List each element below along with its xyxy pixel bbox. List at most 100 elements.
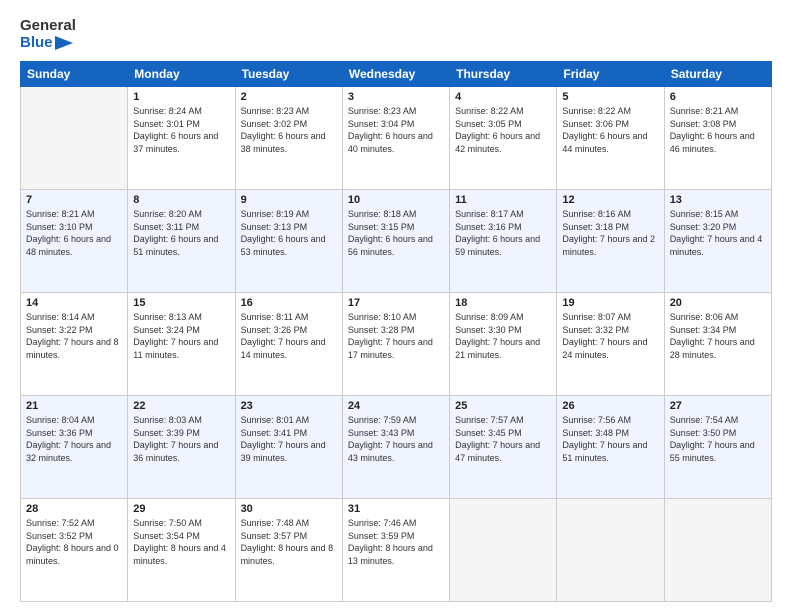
day-info: Sunrise: 8:20 AMSunset: 3:11 PMDaylight:… xyxy=(133,208,229,258)
day-number: 25 xyxy=(455,400,551,412)
weekday-header-tuesday: Tuesday xyxy=(235,62,342,87)
day-info: Sunrise: 8:21 AMSunset: 3:08 PMDaylight:… xyxy=(670,105,766,155)
weekday-header-thursday: Thursday xyxy=(450,62,557,87)
logo-blue: Blue xyxy=(20,35,53,52)
day-number: 18 xyxy=(455,297,551,309)
day-info: Sunrise: 8:07 AMSunset: 3:32 PMDaylight:… xyxy=(562,311,658,361)
day-number: 20 xyxy=(670,297,766,309)
header: General Blue xyxy=(20,18,772,51)
day-number: 31 xyxy=(348,503,444,515)
day-number: 14 xyxy=(26,297,122,309)
day-number: 13 xyxy=(670,194,766,206)
calendar-cell: 19 Sunrise: 8:07 AMSunset: 3:32 PMDayligh… xyxy=(557,293,664,396)
day-info: Sunrise: 8:04 AMSunset: 3:36 PMDaylight:… xyxy=(26,414,122,464)
calendar-cell: 17 Sunrise: 8:10 AMSunset: 3:28 PMDayligh… xyxy=(342,293,449,396)
day-number: 9 xyxy=(241,194,337,206)
day-number: 2 xyxy=(241,91,337,103)
calendar-cell: 18 Sunrise: 8:09 AMSunset: 3:30 PMDayligh… xyxy=(450,293,557,396)
weekday-header-sunday: Sunday xyxy=(21,62,128,87)
calendar-cell: 13 Sunrise: 8:15 AMSunset: 3:20 PMDayligh… xyxy=(664,190,771,293)
day-info: Sunrise: 7:50 AMSunset: 3:54 PMDaylight:… xyxy=(133,517,229,567)
week-row-3: 14Sunrise: 8:14 AMSunset: 3:22 PMDayligh… xyxy=(21,293,772,396)
calendar-cell: 6 Sunrise: 8:21 AMSunset: 3:08 PMDaylight… xyxy=(664,87,771,190)
day-number: 30 xyxy=(241,503,337,515)
calendar-cell: 4 Sunrise: 8:22 AMSunset: 3:05 PMDaylight… xyxy=(450,87,557,190)
day-number: 28 xyxy=(26,503,122,515)
weekday-header-monday: Monday xyxy=(128,62,235,87)
day-info: Sunrise: 8:22 AMSunset: 3:06 PMDaylight:… xyxy=(562,105,658,155)
day-info: Sunrise: 7:48 AMSunset: 3:57 PMDaylight:… xyxy=(241,517,337,567)
day-number: 8 xyxy=(133,194,229,206)
day-number: 24 xyxy=(348,400,444,412)
weekday-header-saturday: Saturday xyxy=(664,62,771,87)
logo: General Blue xyxy=(20,18,76,51)
calendar-cell: 9 Sunrise: 8:19 AMSunset: 3:13 PMDaylight… xyxy=(235,190,342,293)
day-number: 5 xyxy=(562,91,658,103)
day-number: 10 xyxy=(348,194,444,206)
day-number: 3 xyxy=(348,91,444,103)
day-number: 29 xyxy=(133,503,229,515)
day-number: 19 xyxy=(562,297,658,309)
day-number: 4 xyxy=(455,91,551,103)
weekday-header-wednesday: Wednesday xyxy=(342,62,449,87)
calendar-cell: 15 Sunrise: 8:13 AMSunset: 3:24 PMDayligh… xyxy=(128,293,235,396)
calendar-cell: 2Sunrise: 8:23 AMSunset: 3:02 PMDaylight… xyxy=(235,87,342,190)
calendar-cell: 29 Sunrise: 7:50 AMSunset: 3:54 PMDayligh… xyxy=(128,499,235,602)
calendar-cell: 16Sunrise: 8:11 AMSunset: 3:26 PMDayligh… xyxy=(235,293,342,396)
day-info: Sunrise: 7:59 AMSunset: 3:43 PMDaylight:… xyxy=(348,414,444,464)
day-info: Sunrise: 8:18 AMSunset: 3:15 PMDaylight:… xyxy=(348,208,444,258)
calendar-cell: 14Sunrise: 8:14 AMSunset: 3:22 PMDayligh… xyxy=(21,293,128,396)
calendar-cell xyxy=(450,499,557,602)
day-info: Sunrise: 8:11 AMSunset: 3:26 PMDaylight:… xyxy=(241,311,337,361)
day-info: Sunrise: 7:57 AMSunset: 3:45 PMDaylight:… xyxy=(455,414,551,464)
day-info: Sunrise: 8:16 AMSunset: 3:18 PMDaylight:… xyxy=(562,208,658,258)
calendar-cell: 24 Sunrise: 7:59 AMSunset: 3:43 PMDayligh… xyxy=(342,396,449,499)
day-info: Sunrise: 8:17 AMSunset: 3:16 PMDaylight:… xyxy=(455,208,551,258)
calendar-cell: 7Sunrise: 8:21 AMSunset: 3:10 PMDaylight… xyxy=(21,190,128,293)
day-number: 17 xyxy=(348,297,444,309)
week-row-1: 1 Sunrise: 8:24 AMSunset: 3:01 PMDaylight… xyxy=(21,87,772,190)
day-number: 6 xyxy=(670,91,766,103)
calendar-cell: 30 Sunrise: 7:48 AMSunset: 3:57 PMDayligh… xyxy=(235,499,342,602)
day-number: 1 xyxy=(133,91,229,103)
day-info: Sunrise: 7:46 AMSunset: 3:59 PMDaylight:… xyxy=(348,517,444,567)
calendar-cell: 11 Sunrise: 8:17 AMSunset: 3:16 PMDayligh… xyxy=(450,190,557,293)
day-info: Sunrise: 8:15 AMSunset: 3:20 PMDaylight:… xyxy=(670,208,766,258)
calendar-cell: 5 Sunrise: 8:22 AMSunset: 3:06 PMDaylight… xyxy=(557,87,664,190)
weekday-header-friday: Friday xyxy=(557,62,664,87)
week-row-4: 21 Sunrise: 8:04 AMSunset: 3:36 PMDayligh… xyxy=(21,396,772,499)
day-number: 23 xyxy=(241,400,337,412)
calendar-cell: 10 Sunrise: 8:18 AMSunset: 3:15 PMDayligh… xyxy=(342,190,449,293)
calendar-cell xyxy=(557,499,664,602)
calendar-cell: 20Sunrise: 8:06 AMSunset: 3:34 PMDayligh… xyxy=(664,293,771,396)
day-number: 11 xyxy=(455,194,551,206)
calendar-cell: 23Sunrise: 8:01 AMSunset: 3:41 PMDayligh… xyxy=(235,396,342,499)
calendar-cell: 3 Sunrise: 8:23 AMSunset: 3:04 PMDaylight… xyxy=(342,87,449,190)
calendar-table: SundayMondayTuesdayWednesdayThursdayFrid… xyxy=(20,61,772,602)
day-info: Sunrise: 8:09 AMSunset: 3:30 PMDaylight:… xyxy=(455,311,551,361)
day-number: 12 xyxy=(562,194,658,206)
day-info: Sunrise: 7:56 AMSunset: 3:48 PMDaylight:… xyxy=(562,414,658,464)
day-number: 26 xyxy=(562,400,658,412)
calendar-cell: 22Sunrise: 8:03 AMSunset: 3:39 PMDayligh… xyxy=(128,396,235,499)
calendar-cell: 21 Sunrise: 8:04 AMSunset: 3:36 PMDayligh… xyxy=(21,396,128,499)
day-info: Sunrise: 8:21 AMSunset: 3:10 PMDaylight:… xyxy=(26,208,122,258)
day-number: 21 xyxy=(26,400,122,412)
logo-container: General Blue xyxy=(20,18,76,51)
day-info: Sunrise: 7:52 AMSunset: 3:52 PMDaylight:… xyxy=(26,517,122,567)
calendar-cell: 12 Sunrise: 8:16 AMSunset: 3:18 PMDayligh… xyxy=(557,190,664,293)
calendar-cell xyxy=(664,499,771,602)
day-info: Sunrise: 8:19 AMSunset: 3:13 PMDaylight:… xyxy=(241,208,337,258)
day-info: Sunrise: 8:10 AMSunset: 3:28 PMDaylight:… xyxy=(348,311,444,361)
calendar-cell: 28 Sunrise: 7:52 AMSunset: 3:52 PMDayligh… xyxy=(21,499,128,602)
day-info: Sunrise: 8:24 AMSunset: 3:01 PMDaylight:… xyxy=(133,105,229,155)
day-info: Sunrise: 8:03 AMSunset: 3:39 PMDaylight:… xyxy=(133,414,229,464)
day-info: Sunrise: 8:23 AMSunset: 3:04 PMDaylight:… xyxy=(348,105,444,155)
day-number: 15 xyxy=(133,297,229,309)
day-info: Sunrise: 8:13 AMSunset: 3:24 PMDaylight:… xyxy=(133,311,229,361)
page: General Blue SundayMondayTuesdayWednesda… xyxy=(0,0,792,612)
week-row-2: 7Sunrise: 8:21 AMSunset: 3:10 PMDaylight… xyxy=(21,190,772,293)
weekday-header-row: SundayMondayTuesdayWednesdayThursdayFrid… xyxy=(21,62,772,87)
calendar-cell: 26 Sunrise: 7:56 AMSunset: 3:48 PMDayligh… xyxy=(557,396,664,499)
day-info: Sunrise: 8:22 AMSunset: 3:05 PMDaylight:… xyxy=(455,105,551,155)
